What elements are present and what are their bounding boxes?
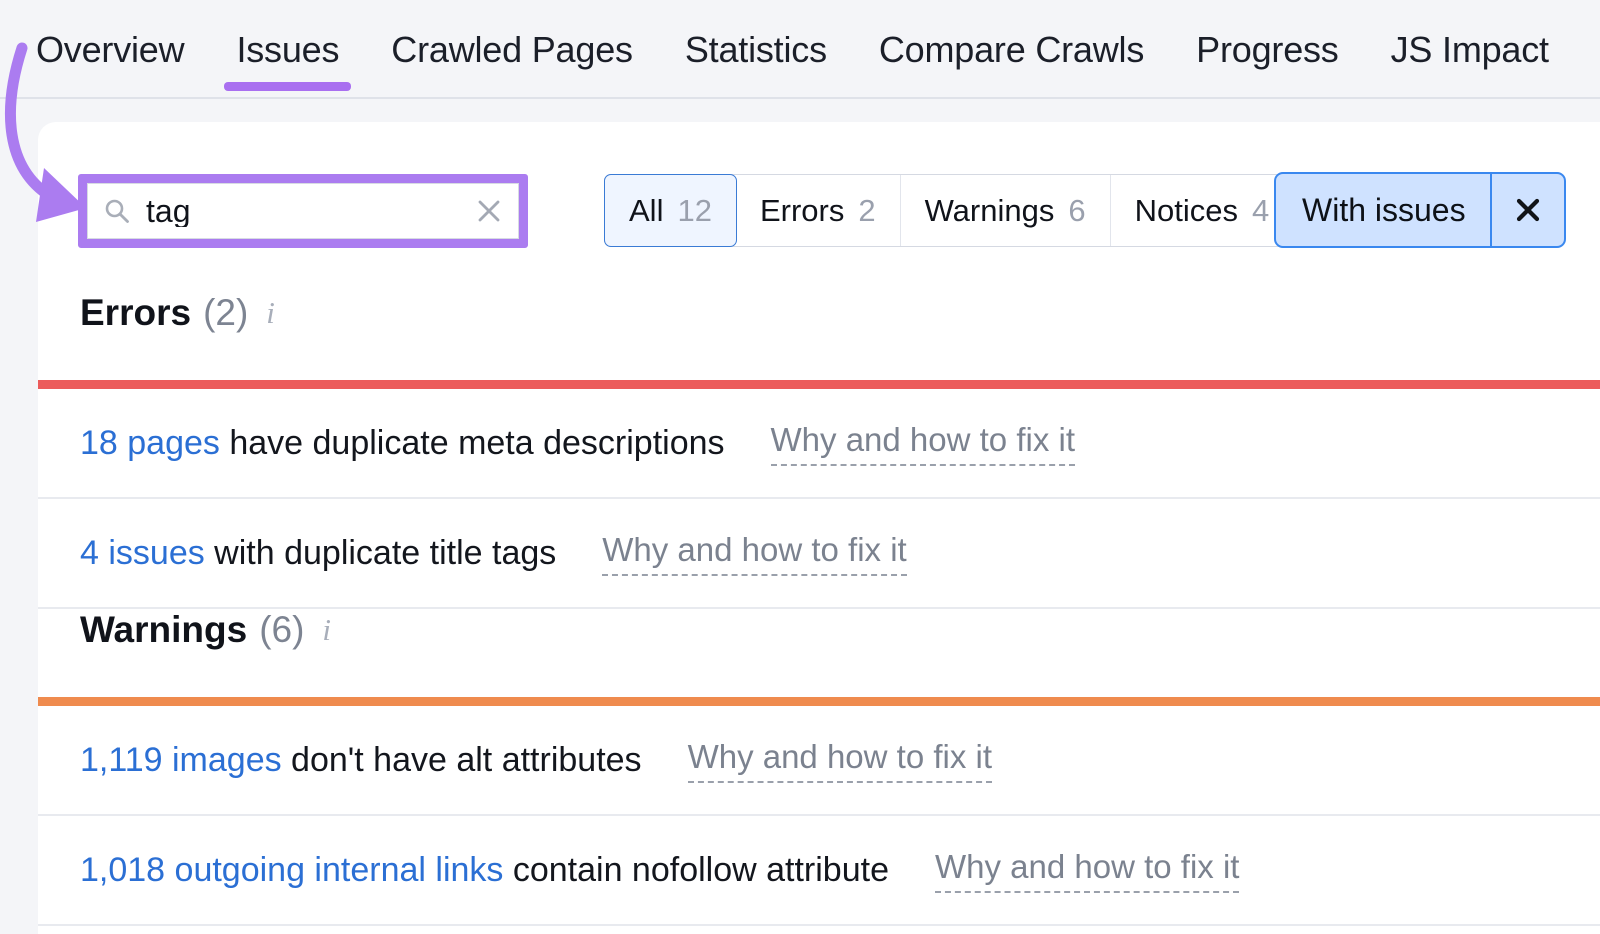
search-clear-icon[interactable] [474,196,504,226]
issue-count-link[interactable]: 4 issues [80,534,205,572]
issue-description-text: don't have alt attributes [282,741,642,779]
filter-label: Errors [760,193,844,229]
issue-row[interactable]: 4 issues with duplicate title tags Why an… [38,499,1600,609]
filter-warnings[interactable]: Warnings 6 [901,175,1111,246]
tab-progress[interactable]: Progress [1170,0,1364,99]
filter-notices[interactable]: Notices 4 [1111,175,1294,246]
filter-label: Notices [1135,193,1238,229]
search-input-value: tag [146,195,474,227]
issue-description-text: contain nofollow attribute [503,851,889,889]
issue-description: 1,018 outgoing internal links contain no… [80,851,889,890]
main-tabbar: Overview Issues Crawled Pages Statistics Com… [0,0,1600,99]
tab-compare-crawls[interactable]: Compare Crawls [853,0,1170,99]
tab-label: Crawled Pages [391,29,633,71]
tab-js-impact[interactable]: JS Impact [1365,0,1575,99]
section-accent-bar [38,697,1600,706]
why-and-how-to-fix-link[interactable]: Why and how to fix it [688,738,992,783]
issues-toolbar: tag All 12 Errors 2 Warnings 6 Notices 4 With i… [38,122,1600,292]
issues-sections: Errors (2) i 18 pages have duplicate meta d… [38,292,1600,926]
issue-description-text: have duplicate meta descriptions [220,424,725,462]
issue-type-filter-group: All 12 Errors 2 Warnings 6 Notices 4 [604,174,1294,247]
issue-description: 4 issues with duplicate title tags [80,534,556,573]
search-icon [104,198,130,224]
section-heading-errors: Errors (2) i [38,292,1600,380]
filter-label: Warnings [925,193,1055,229]
tab-label: Overview [36,29,184,71]
tab-label: Issues [236,29,339,71]
filter-count: 12 [677,193,711,229]
filter-errors[interactable]: Errors 2 [736,175,901,246]
issue-description-text: with duplicate title tags [205,534,557,572]
issue-count-link[interactable]: 1,119 images [80,741,282,779]
issue-row[interactable]: 18 pages have duplicate meta description… [38,389,1600,499]
tab-label: Statistics [685,29,827,71]
info-icon[interactable]: i [322,612,331,648]
section-accent-bar [38,380,1600,389]
issue-row[interactable]: 1,018 outgoing internal links contain no… [38,816,1600,926]
search-input[interactable]: tag [87,183,519,239]
section-count: (6) [259,609,304,651]
section-name: Warnings [80,609,247,651]
why-and-how-to-fix-link[interactable]: Why and how to fix it [935,848,1239,893]
with-issues-filter-chip[interactable]: With issues [1274,172,1566,248]
tab-crawled-pages[interactable]: Crawled Pages [365,0,659,99]
section-heading-warnings: Warnings (6) i [38,609,1600,697]
filter-count: 4 [1252,193,1269,229]
issue-description: 18 pages have duplicate meta description… [80,424,725,463]
issue-description: 1,119 images don't have alt attributes [80,741,642,780]
search-highlight-annotation: tag [78,174,528,248]
info-icon[interactable]: i [266,295,275,331]
section-count: (2) [203,292,248,334]
tab-label: Compare Crawls [879,29,1144,71]
why-and-how-to-fix-link[interactable]: Why and how to fix it [602,531,906,576]
tab-list: Overview Issues Crawled Pages Statistics Com… [36,0,1575,99]
issues-card: tag All 12 Errors 2 Warnings 6 Notices 4 With i… [38,122,1600,934]
section-name: Errors [80,292,191,334]
issue-count-link[interactable]: 1,018 outgoing internal links [80,851,503,889]
issue-count-link[interactable]: 18 pages [80,424,220,462]
tab-label: JS Impact [1391,29,1549,71]
why-and-how-to-fix-link[interactable]: Why and how to fix it [771,421,1075,466]
with-issues-label: With issues [1276,174,1490,246]
filter-count: 2 [858,193,875,229]
tab-issues[interactable]: Issues [210,0,365,99]
tab-statistics[interactable]: Statistics [659,0,853,99]
filter-label: All [629,193,663,229]
issue-row[interactable]: 1,119 images don't have alt attributes Wh… [38,706,1600,816]
tab-overview[interactable]: Overview [36,0,210,99]
filter-all[interactable]: All 12 [604,174,737,247]
with-issues-remove-icon[interactable] [1490,174,1564,246]
tab-label: Progress [1196,29,1338,71]
filter-count: 6 [1068,193,1085,229]
